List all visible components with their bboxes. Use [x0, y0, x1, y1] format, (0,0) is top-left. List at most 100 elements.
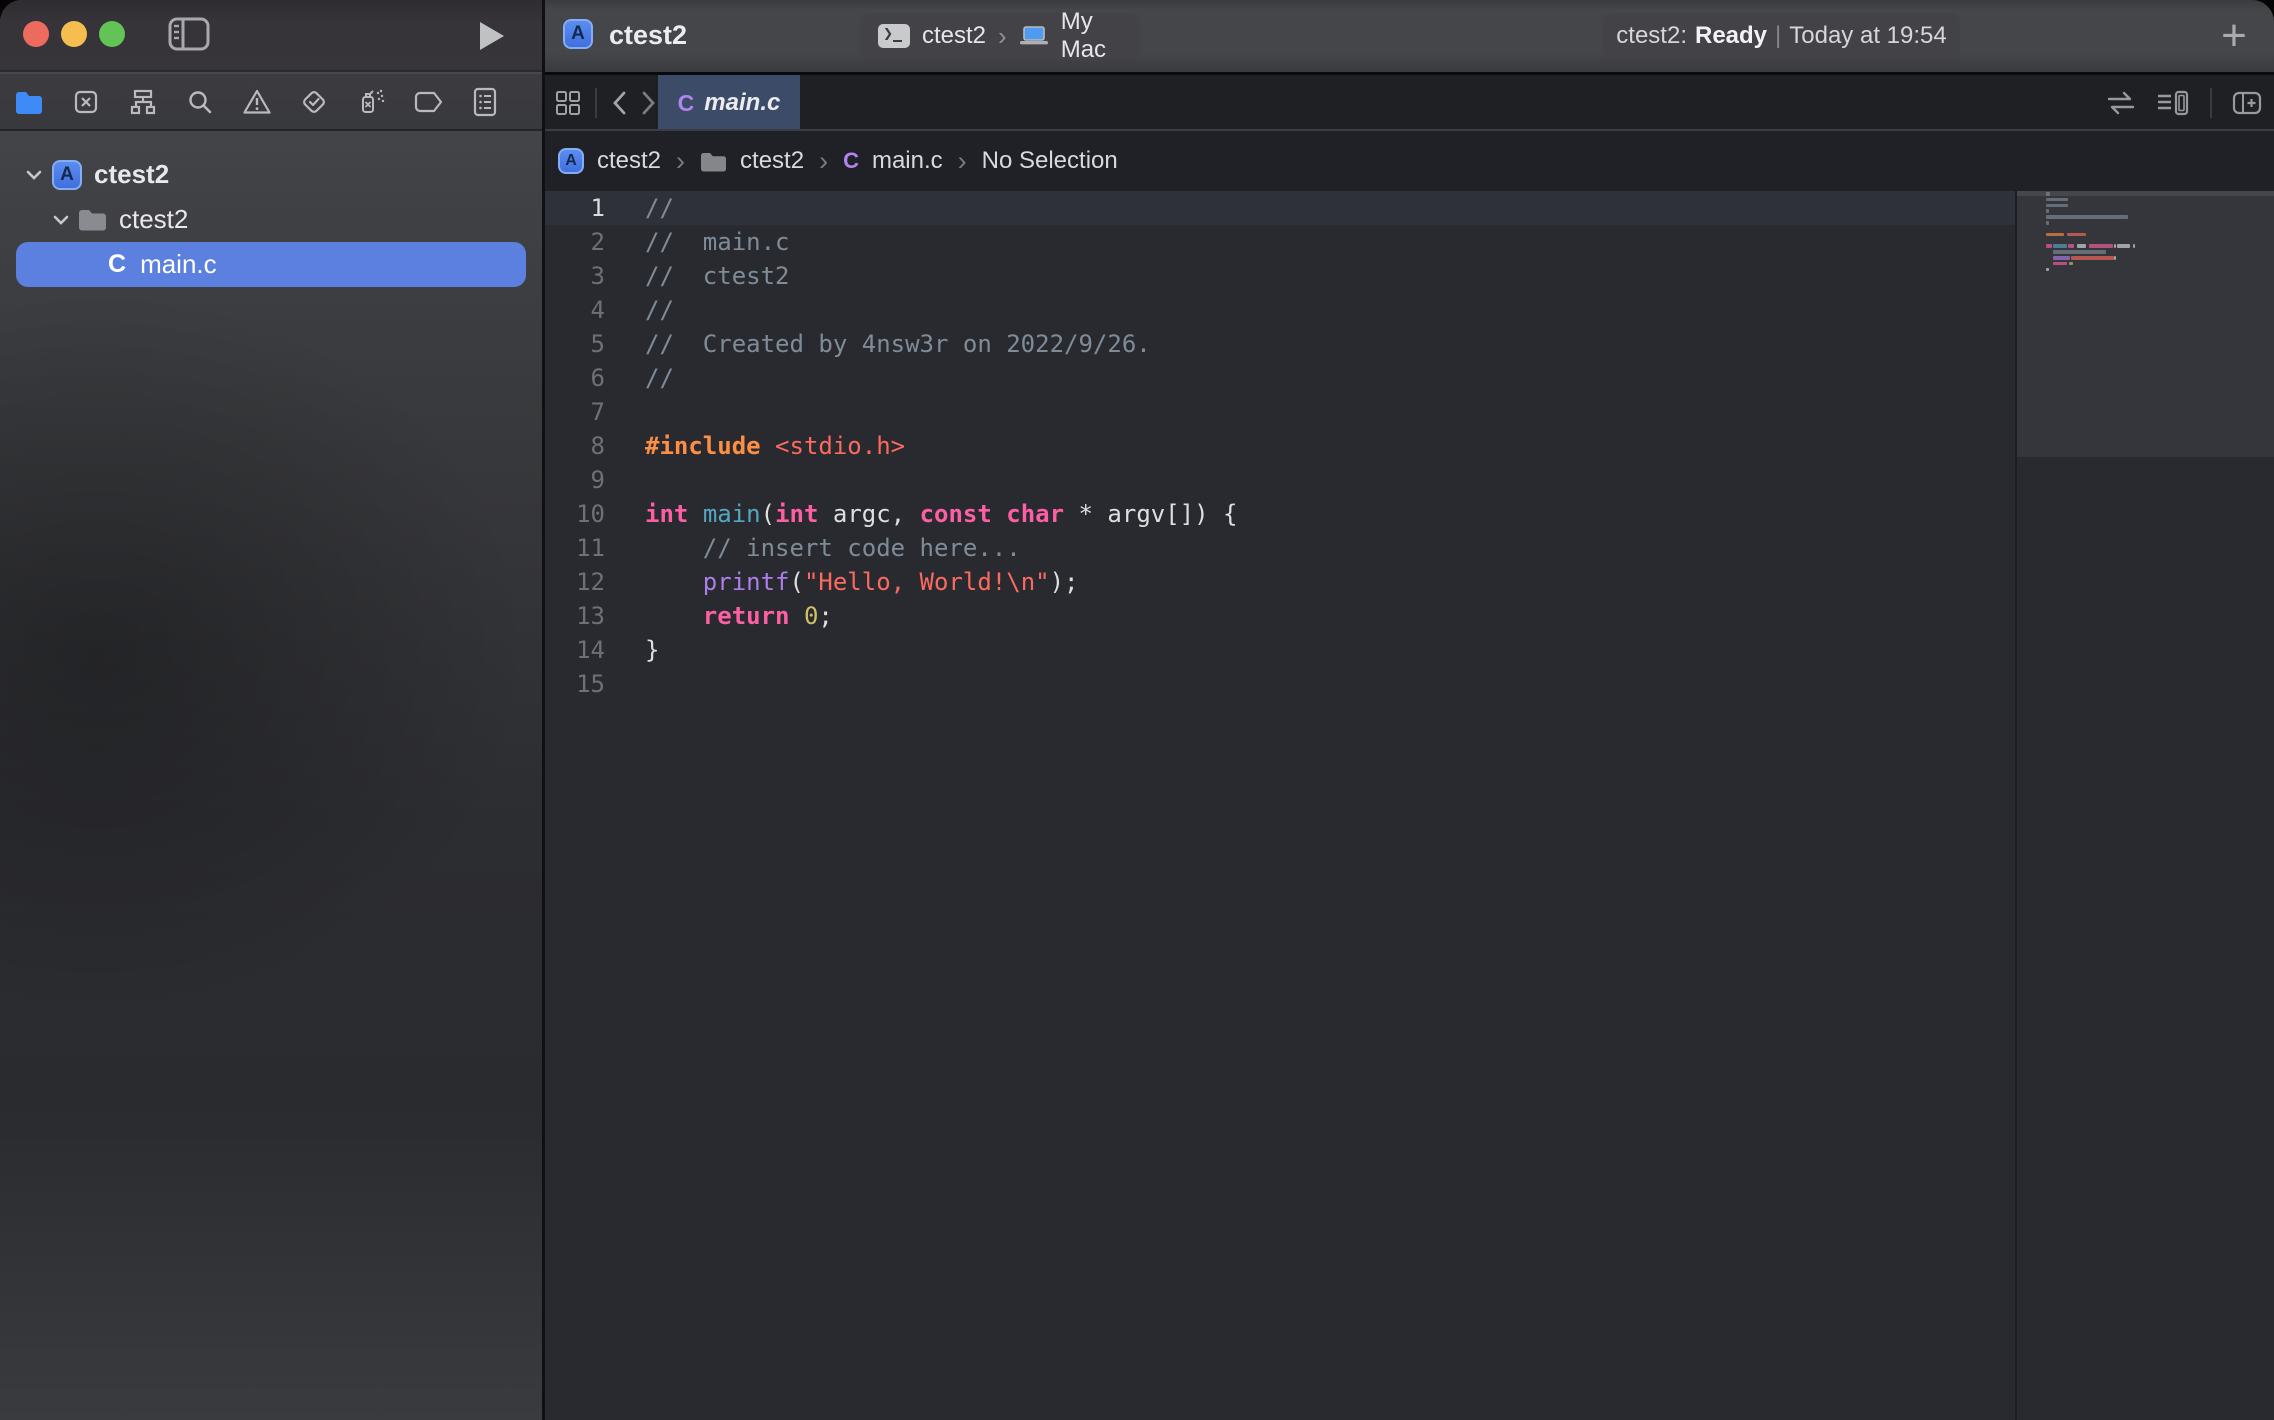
close-window-button[interactable]: [23, 21, 49, 47]
navigator-sidebar: A ctest2 ctest2 C main.c: [0, 0, 542, 1420]
source-control-navigator-icon[interactable]: [57, 80, 114, 124]
terminal-target-icon: [878, 24, 910, 48]
code-line-11[interactable]: 11 // insert code here...: [545, 531, 2015, 565]
c-file-icon: C: [678, 90, 695, 117]
folder-icon[interactable]: [700, 151, 727, 172]
code-line-5[interactable]: 5// Created by 4nsw3r on 2022/9/26.: [545, 327, 2015, 361]
add-editor-icon[interactable]: [2232, 90, 2262, 116]
minimap-bar-line-10: [2117, 244, 2130, 248]
new-tab-button[interactable]: +: [2209, 12, 2259, 60]
scheme-separator-chevron: ›: [998, 21, 1007, 52]
minimap-bar-line-5: [2046, 215, 2128, 219]
tree-item-file-main-c[interactable]: C main.c: [0, 242, 542, 287]
line-number: 4: [545, 293, 605, 327]
minimap-bar-line-2: [2046, 198, 2068, 202]
tab-main-c[interactable]: C main.c: [658, 75, 800, 131]
disclosure-chevron-icon[interactable]: [48, 215, 74, 225]
breakpoint-navigator-icon[interactable]: [399, 80, 456, 124]
tree-item-label: ctest2: [119, 204, 188, 235]
code-text: // main.c: [605, 225, 790, 259]
minimap-bar-line-10: [2046, 244, 2052, 248]
minimap-bar-line-12: [2071, 256, 2114, 260]
tab-title: main.c: [704, 89, 780, 117]
screenshot-stage: A ctest2 ctest2 C main.c: [0, 0, 2274, 1420]
line-number: 8: [545, 429, 605, 463]
test-navigator-icon[interactable]: [285, 80, 342, 124]
tabbar-separator: [2210, 88, 2212, 118]
code-line-15[interactable]: 15: [545, 667, 2015, 701]
code-line-8[interactable]: 8#include <stdio.h>: [545, 429, 2015, 463]
minimap-bar-line-13: [2053, 262, 2067, 266]
scheme-selector[interactable]: ctest2 › My Mac: [860, 13, 1140, 59]
project-app-icon[interactable]: A: [558, 148, 584, 174]
line-number: 2: [545, 225, 605, 259]
line-number: 12: [545, 565, 605, 599]
minimap-bar-line-10: [2114, 244, 2116, 248]
scheme-target-label[interactable]: ctest2: [922, 22, 986, 50]
breadcrumb-selection[interactable]: No Selection: [982, 147, 1118, 175]
code-line-10[interactable]: 10int main(int argc, const char * argv[]…: [545, 497, 2015, 531]
code-line-12[interactable]: 12 printf("Hello, World!\n");: [545, 565, 2015, 599]
find-navigator-icon[interactable]: [171, 80, 228, 124]
code-line-2[interactable]: 2// main.c: [545, 225, 2015, 259]
project-app-icon: A: [563, 19, 593, 49]
debug-navigator-icon[interactable]: [342, 80, 399, 124]
symbol-navigator-icon[interactable]: [114, 80, 171, 124]
scheme-destination-label[interactable]: My Mac: [1061, 8, 1122, 64]
line-number: 9: [545, 463, 605, 497]
tab-overview-icon[interactable]: [555, 90, 581, 116]
zoom-window-button[interactable]: [99, 21, 125, 47]
go-forward-button[interactable]: [641, 90, 657, 116]
code-line-1[interactable]: 1//: [545, 191, 2015, 225]
line-number: 13: [545, 599, 605, 633]
code-line-9[interactable]: 9: [545, 463, 2015, 497]
code-review-icon[interactable]: [2106, 91, 2136, 115]
c-file-icon: C: [843, 148, 859, 174]
disclosure-chevron-icon[interactable]: [21, 170, 47, 180]
tree-item-project-ctest2[interactable]: A ctest2: [0, 152, 542, 197]
minimap-bar-line-12: [2053, 256, 2070, 260]
go-back-button[interactable]: [611, 90, 627, 116]
minimap-bar-line-10: [2077, 244, 2086, 248]
window-titlebar[interactable]: [0, 0, 542, 72]
toggle-sidebar-icon[interactable]: [168, 16, 210, 52]
breadcrumb-chevron-icon: ›: [817, 146, 830, 177]
minimap-current-line-strip: [2017, 191, 2274, 196]
code-text: [605, 667, 645, 701]
line-number: 7: [545, 395, 605, 429]
minimize-window-button[interactable]: [61, 21, 87, 47]
code-editor[interactable]: 1//2// main.c3// ctest24//5// Created by…: [545, 191, 2015, 1420]
code-line-14[interactable]: 14}: [545, 633, 2015, 667]
code-text: // ctest2: [605, 259, 790, 293]
project-title: ctest2: [609, 19, 687, 51]
code-line-6[interactable]: 6//: [545, 361, 2015, 395]
code-line-7[interactable]: 7: [545, 395, 2015, 429]
project-app-icon: A: [52, 160, 82, 190]
minimap-bar-line-1: [2046, 192, 2050, 196]
project-tree: A ctest2 ctest2 C main.c: [0, 131, 542, 1420]
code-text: [605, 395, 645, 429]
code-line-3[interactable]: 3// ctest2: [545, 259, 2015, 293]
minimap-viewport-region: [2017, 191, 2274, 457]
code-line-13[interactable]: 13 return 0;: [545, 599, 2015, 633]
tree-item-group-ctest2[interactable]: ctest2: [0, 197, 542, 242]
breadcrumb-project[interactable]: ctest2: [597, 147, 661, 175]
status-divider: |: [1775, 22, 1781, 50]
run-button[interactable]: [470, 16, 510, 56]
minimap[interactable]: [2017, 191, 2274, 1420]
report-navigator-icon[interactable]: [456, 80, 513, 124]
c-file-icon: C: [108, 250, 126, 279]
editor-options-icon[interactable]: [2156, 89, 2190, 117]
breadcrumb-group[interactable]: ctest2: [740, 147, 804, 175]
code-line-4[interactable]: 4//: [545, 293, 2015, 327]
breadcrumb-file[interactable]: main.c: [872, 147, 943, 175]
minimap-bar-line-10: [2089, 244, 2113, 248]
code-text: int main(int argc, const char * argv[]) …: [605, 497, 1237, 531]
line-number: 14: [545, 633, 605, 667]
tree-item-label: ctest2: [94, 159, 169, 190]
laptop-icon: [1019, 25, 1049, 47]
project-navigator-icon[interactable]: [0, 80, 57, 124]
activity-status-display[interactable]: ctest2: Ready | Today at 19:54: [1603, 13, 1960, 59]
issue-navigator-icon[interactable]: [228, 80, 285, 124]
minimap-bar-line-11: [2053, 250, 2106, 254]
